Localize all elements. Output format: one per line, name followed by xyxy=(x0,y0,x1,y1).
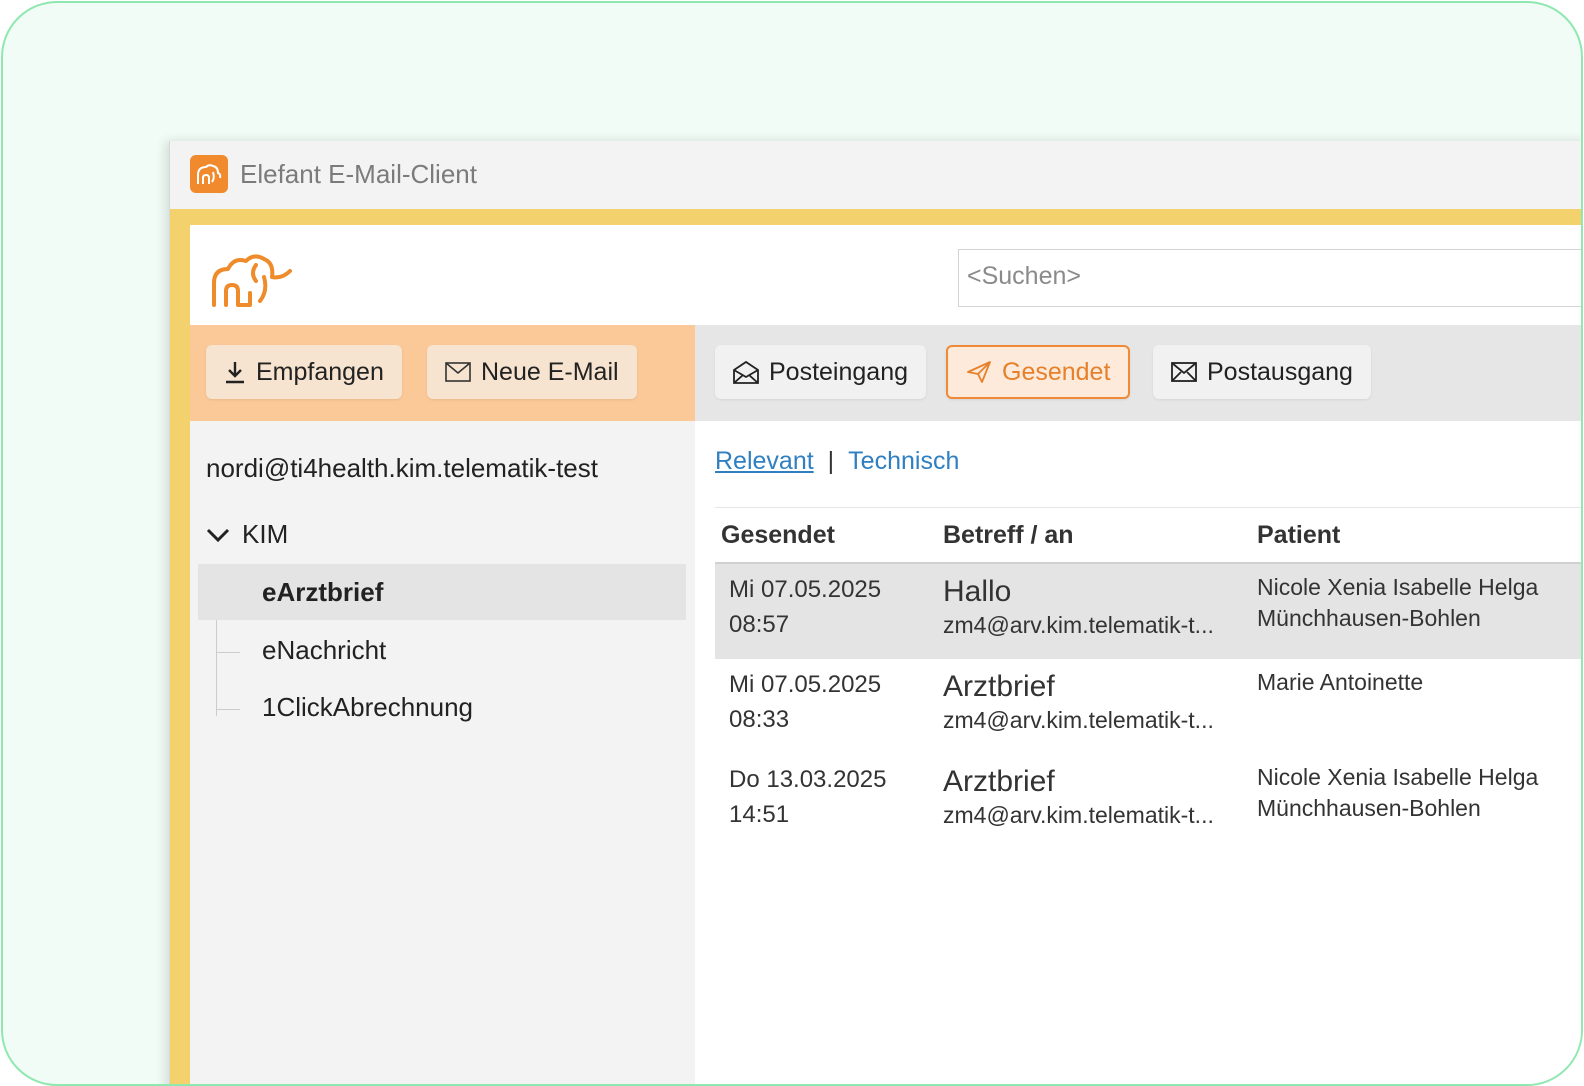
screenshot-frame: Elefant E-Mail-Client Empfangen xyxy=(1,1,1583,1086)
time-text: 08:33 xyxy=(729,706,790,733)
folder-enachricht[interactable]: eNachricht xyxy=(198,622,686,678)
filter-technical-link[interactable]: Technisch xyxy=(848,447,959,476)
search-input[interactable] xyxy=(967,262,1567,291)
date-cell: Do 13.03.2025 14:51 xyxy=(729,762,886,832)
subject-text: Hallo xyxy=(943,575,1012,608)
chevron-down-icon[interactable] xyxy=(206,527,230,543)
table-row[interactable]: Mi 07.05.2025 08:33 Arztbrief zm4@arv.ki… xyxy=(715,659,1581,754)
table-header: Gesendet Betreff / an Patient xyxy=(715,517,1581,564)
patient-cell: Nicole Xenia Isabelle Helga Münchhausen-… xyxy=(1257,572,1581,634)
sidebar: nordi@ti4health.kim.telematik-test KIM e… xyxy=(190,421,695,1084)
folder-1clickabrechnung[interactable]: 1ClickAbrechnung xyxy=(198,679,686,735)
account-address: nordi@ti4health.kim.telematik-test xyxy=(206,453,598,483)
outbox-label: Postausgang xyxy=(1207,357,1353,386)
inbox-label: Posteingang xyxy=(769,357,909,386)
download-icon xyxy=(226,362,244,384)
tree-group-label: KIM xyxy=(242,519,289,549)
time-text: 14:51 xyxy=(729,801,790,828)
toolbar-actions: Empfangen Neue E-Mail xyxy=(190,325,695,421)
sent-label: Gesendet xyxy=(1002,357,1111,386)
outbox-envelope-icon xyxy=(1171,362,1197,382)
recipient-text: zm4@arv.kim.telematik-t... xyxy=(943,802,1214,828)
table-row[interactable]: Do 13.03.2025 14:51 Arztbrief zm4@arv.ki… xyxy=(715,754,1581,849)
patient-name-line1: Nicole Xenia Isabelle Helga xyxy=(1257,574,1539,600)
patient-name-line1: Marie Antoinette xyxy=(1257,669,1424,695)
tree-group-kim[interactable]: KIM xyxy=(206,519,288,550)
new-mail-button[interactable]: Neue E-Mail xyxy=(427,345,637,399)
date-text: Do 13.03.2025 xyxy=(729,766,887,793)
subject-text: Arztbrief xyxy=(943,765,1055,798)
toolbar-folders: Posteingang Gesendet Postausgang xyxy=(695,325,1581,421)
table-row[interactable]: Mi 07.05.2025 08:57 Hallo zm4@arv.kim.te… xyxy=(715,564,1581,659)
patient-cell: Nicole Xenia Isabelle Helga Münchhausen-… xyxy=(1257,762,1581,824)
recipient-text: zm4@arv.kim.telematik-t... xyxy=(943,707,1214,733)
column-header-subject[interactable]: Betreff / an xyxy=(943,521,1074,550)
app-window: Elefant E-Mail-Client Empfangen xyxy=(169,141,1581,1084)
window-title: Elefant E-Mail-Client xyxy=(240,159,477,189)
patient-cell: Marie Antoinette xyxy=(1257,667,1581,698)
filter-relevant-link[interactable]: Relevant xyxy=(715,447,814,476)
filter-separator: | xyxy=(827,447,835,475)
search-box[interactable] xyxy=(958,249,1581,307)
patient-name-line2: Münchhausen-Bohlen xyxy=(1257,795,1481,821)
receive-button[interactable]: Empfangen xyxy=(206,345,402,399)
new-mail-label: Neue E-Mail xyxy=(481,357,619,386)
app-header xyxy=(190,225,1581,325)
elephant-logo-icon xyxy=(210,247,296,314)
elephant-icon xyxy=(190,155,228,193)
patient-name-line2: Münchhausen-Bohlen xyxy=(1257,605,1481,631)
subject-cell: Hallo zm4@arv.kim.telematik-t... xyxy=(943,574,1214,640)
date-cell: Mi 07.05.2025 08:57 xyxy=(729,572,881,642)
date-text: Mi 07.05.2025 xyxy=(729,576,882,603)
column-header-patient[interactable]: Patient xyxy=(1257,521,1340,550)
accent-border-left xyxy=(170,209,190,1084)
message-list-panel: Relevant | Technisch Gesendet Betreff / … xyxy=(695,421,1581,1084)
inbox-button[interactable]: Posteingang xyxy=(715,345,927,399)
send-icon xyxy=(967,361,991,383)
sent-button[interactable]: Gesendet xyxy=(946,345,1131,399)
accent-border-top xyxy=(170,209,1581,225)
filter-links: Relevant | Technisch xyxy=(715,447,959,476)
date-cell: Mi 07.05.2025 08:33 xyxy=(729,667,881,737)
subject-cell: Arztbrief zm4@arv.kim.telematik-t... xyxy=(943,764,1214,830)
subject-cell: Arztbrief zm4@arv.kim.telematik-t... xyxy=(943,669,1214,735)
patient-name-line1: Nicole Xenia Isabelle Helga xyxy=(1257,764,1539,790)
column-header-sent[interactable]: Gesendet xyxy=(721,521,835,550)
open-envelope-icon xyxy=(733,360,759,384)
subject-text: Arztbrief xyxy=(943,670,1055,703)
time-text: 08:57 xyxy=(729,611,790,638)
recipient-text: zm4@arv.kim.telematik-t... xyxy=(943,612,1214,638)
title-bar: Elefant E-Mail-Client xyxy=(170,141,1581,209)
outbox-button[interactable]: Postausgang xyxy=(1153,345,1371,399)
folder-earztbrief[interactable]: eArztbrief xyxy=(198,564,686,620)
date-text: Mi 07.05.2025 xyxy=(729,671,882,698)
envelope-icon xyxy=(445,362,471,382)
receive-label: Empfangen xyxy=(256,357,384,386)
divider xyxy=(715,507,1581,508)
